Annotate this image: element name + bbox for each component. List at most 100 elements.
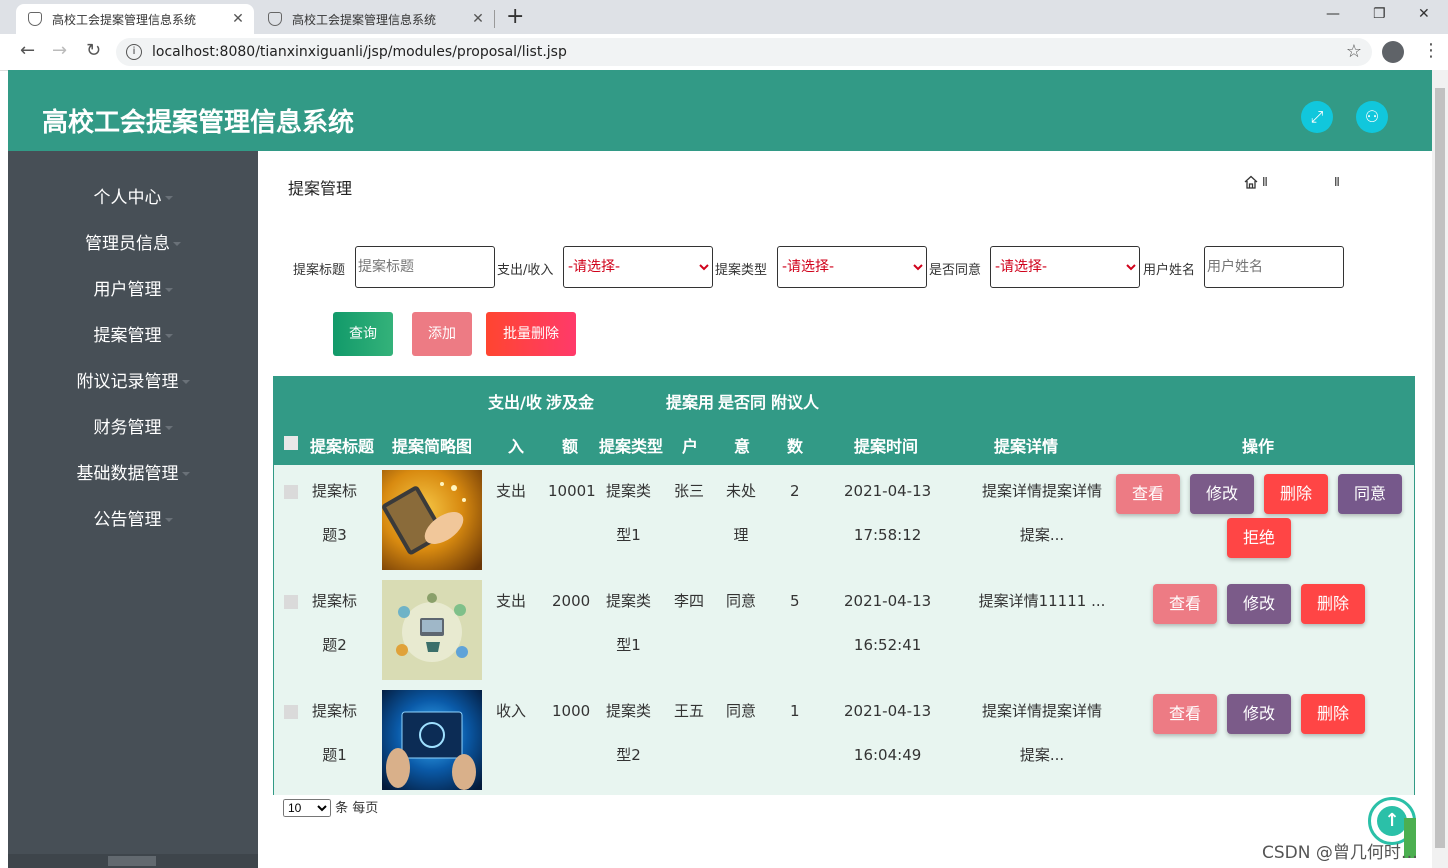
cell-detail: 提案详情11111 ... xyxy=(978,592,1106,610)
cell-time: 2021-04-13 16:52:41 xyxy=(844,592,932,654)
delete-button[interactable]: 删除 xyxy=(1264,474,1328,514)
batch-delete-button[interactable]: 批量删除 xyxy=(486,312,576,356)
proposal-thumbnail[interactable] xyxy=(382,690,482,790)
scrollbar-thumb[interactable] xyxy=(108,856,156,866)
minimize-icon[interactable]: — xyxy=(1326,6,1340,22)
cell-detail: 提案详情提案详情 提案... xyxy=(981,702,1102,764)
row-checkbox[interactable] xyxy=(284,485,298,499)
col-count-top: 附议人 xyxy=(771,393,820,412)
forward-icon[interactable]: → xyxy=(52,40,67,61)
cell-title: 提案标 题1 xyxy=(312,702,358,764)
cell-user: 李四 xyxy=(674,592,705,610)
agree-button[interactable]: 同意 xyxy=(1338,474,1402,514)
query-button[interactable]: 查询 xyxy=(333,312,393,356)
col-agree-top: 是否同 xyxy=(718,393,767,412)
cell-amount: 10001 xyxy=(548,482,596,500)
reload-icon[interactable]: ↻ xyxy=(86,40,101,61)
sidebar-item-personal-center[interactable]: 个人中心 xyxy=(8,183,258,208)
tab-separator xyxy=(494,10,495,28)
col-amount-top: 涉及金 xyxy=(546,393,595,412)
caret-down-icon xyxy=(164,334,173,338)
row-checkbox[interactable] xyxy=(284,595,298,609)
view-button[interactable]: 查看 xyxy=(1116,474,1180,514)
sidebar-item-label: 财务管理 xyxy=(93,418,162,438)
sidebar-item-label: 用户管理 xyxy=(93,280,162,300)
sidebar-item-base-data[interactable]: 基础数据管理 xyxy=(8,459,258,484)
reject-button[interactable]: 拒绝 xyxy=(1227,518,1291,558)
sidebar-item-label: 基础数据管理 xyxy=(76,464,179,484)
cell-type: 提案类 型1 xyxy=(606,592,652,654)
edit-button[interactable]: 修改 xyxy=(1227,584,1291,624)
proposal-type-select[interactable]: -请选择- xyxy=(777,246,927,288)
col-title: 提案标题 xyxy=(310,437,375,456)
browser-tab-active[interactable]: 高校工会提案管理信息系统 ✕ xyxy=(16,4,254,34)
account-icon[interactable] xyxy=(1382,41,1404,63)
info-icon[interactable]: i xyxy=(126,44,142,60)
sidebar-scrollbar[interactable] xyxy=(8,854,258,868)
col-detail: 提案详情 xyxy=(994,437,1059,456)
cell-type: 提案类 型2 xyxy=(606,702,652,764)
breadcrumb-separator: Ⅱ xyxy=(1334,175,1340,189)
home-icon[interactable] xyxy=(1244,175,1258,189)
sidebar-item-user-management[interactable]: 用户管理 xyxy=(8,275,258,300)
fullscreen-icon[interactable]: ⤢ xyxy=(1301,101,1333,133)
sidebar-item-notice[interactable]: 公告管理 xyxy=(8,505,258,530)
view-button[interactable]: 查看 xyxy=(1153,584,1217,624)
delete-button[interactable]: 删除 xyxy=(1301,584,1365,624)
col-agree-bottom: 意 xyxy=(734,437,751,456)
col-inout-bottom: 入 xyxy=(508,437,525,456)
username-search-input[interactable] xyxy=(1204,246,1344,288)
url-text: localhost:8080/tianxinxiguanli/jsp/modul… xyxy=(152,44,567,60)
app-title: 高校工会提案管理信息系统 xyxy=(42,108,355,138)
address-bar-row: ← → ↻ i localhost:8080/tianxinxiguanli/j… xyxy=(0,34,1448,71)
bookmark-star-icon[interactable]: ☆ xyxy=(1346,41,1362,62)
table-header: 提案标题 提案简略图 支出/收 入 涉及金 额 提案类型 提案用 户 是否同 意… xyxy=(274,377,1414,465)
edit-button[interactable]: 修改 xyxy=(1227,694,1291,734)
col-inout-top: 支出/收 xyxy=(488,393,542,412)
app-frame: 高校工会提案管理信息系统 ⤢ ⚇ 个人中心 管理员信息 用户管理 提案管理 附议… xyxy=(8,70,1432,868)
arrow-up-icon: ↑ xyxy=(1377,806,1407,836)
proposal-thumbnail[interactable] xyxy=(382,580,482,680)
delete-button[interactable]: 删除 xyxy=(1301,694,1365,734)
sidebar-item-finance[interactable]: 财务管理 xyxy=(8,413,258,438)
close-icon[interactable]: ✕ xyxy=(228,11,248,27)
filter-username-label: 用户姓名 xyxy=(1143,263,1196,278)
cell-inout: 支出 xyxy=(496,482,527,500)
title-search-input[interactable] xyxy=(355,246,495,288)
sidebar-item-second-record[interactable]: 附议记录管理 xyxy=(8,367,258,392)
window-close-icon[interactable]: ✕ xyxy=(1418,6,1430,22)
app-header: 高校工会提案管理信息系统 ⤢ ⚇ xyxy=(8,70,1432,151)
cell-user: 张三 xyxy=(674,482,705,500)
cell-agree: 同意 xyxy=(726,592,757,610)
new-tab-icon[interactable]: + xyxy=(506,4,524,29)
page-scrollbar[interactable] xyxy=(1432,70,1448,868)
table-row: 提案标 题1 收入 1000 提案类 型2 王五 同意 1 2021-04-13 16… xyxy=(274,685,1414,795)
add-button[interactable]: 添加 xyxy=(412,312,472,356)
shield-icon xyxy=(268,12,282,26)
row-checkbox[interactable] xyxy=(284,705,298,719)
sidebar-item-admin-info[interactable]: 管理员信息 xyxy=(8,229,258,254)
url-field[interactable]: i localhost:8080/tianxinxiguanli/jsp/mod… xyxy=(116,38,1372,66)
sidebar-item-proposal-management[interactable]: 提案管理 xyxy=(8,321,258,346)
view-button[interactable]: 查看 xyxy=(1153,694,1217,734)
col-amount-bottom: 额 xyxy=(562,437,579,456)
cell-count: 1 xyxy=(790,702,800,720)
select-all-checkbox[interactable] xyxy=(284,436,298,450)
sidebar-item-label: 附议记录管理 xyxy=(76,372,179,392)
page-size-select[interactable]: 10 xyxy=(283,799,331,817)
caret-down-icon xyxy=(164,288,173,292)
restore-icon[interactable]: ❐ xyxy=(1373,6,1386,22)
browser-menu-icon[interactable]: ⋮ xyxy=(1422,40,1440,61)
agree-select[interactable]: -请选择- xyxy=(990,246,1140,288)
browser-tab[interactable]: 高校工会提案管理信息系统 ✕ xyxy=(256,4,494,34)
inout-select[interactable]: -请选择- xyxy=(563,246,713,288)
edit-button[interactable]: 修改 xyxy=(1190,474,1254,514)
user-icon[interactable]: ⚇ xyxy=(1356,101,1388,133)
close-icon[interactable]: ✕ xyxy=(468,11,488,27)
caret-down-icon xyxy=(164,518,173,522)
scrollbar-thumb[interactable] xyxy=(1435,88,1445,848)
proposal-thumbnail[interactable] xyxy=(382,470,482,570)
cell-count: 5 xyxy=(790,592,800,610)
back-icon[interactable]: ← xyxy=(20,40,35,61)
caret-down-icon xyxy=(181,472,190,476)
